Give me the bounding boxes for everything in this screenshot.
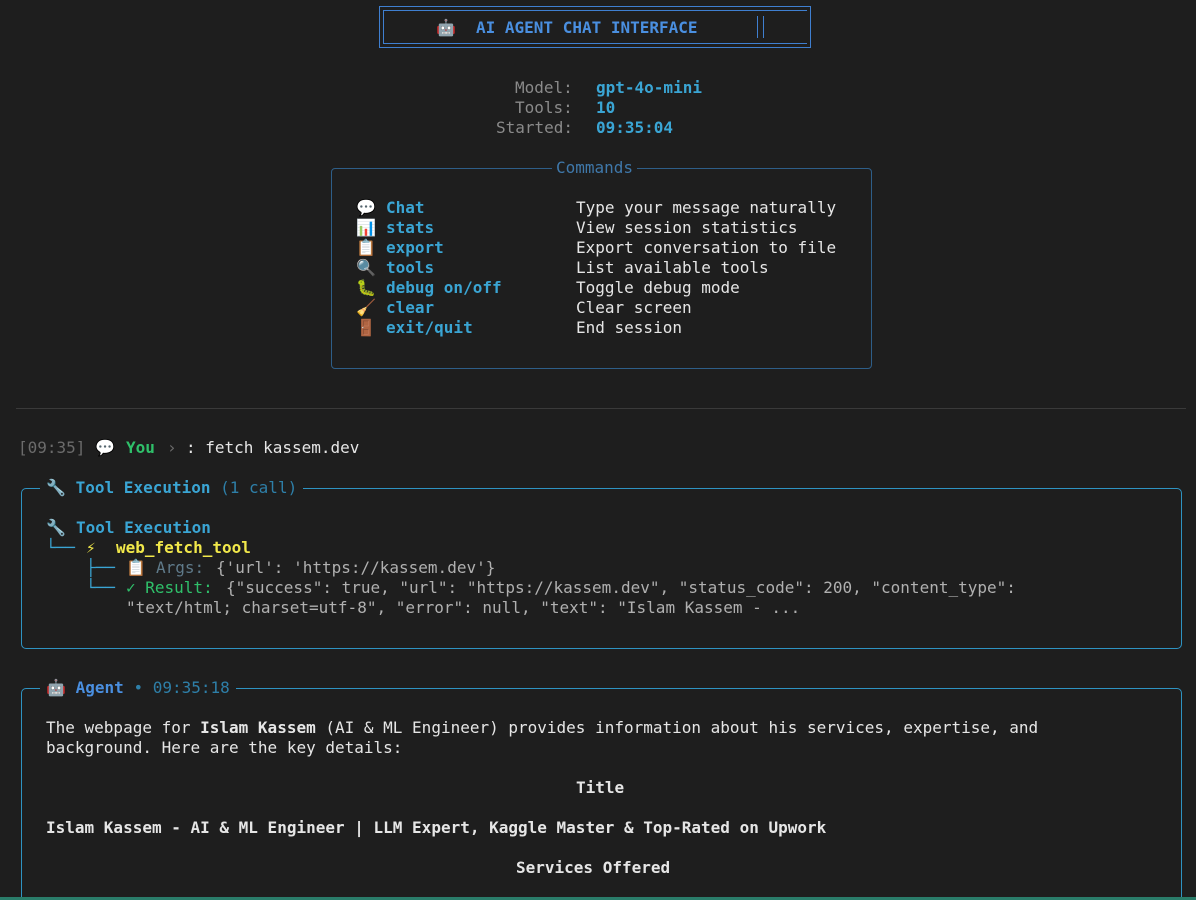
command-chat-desc: Type your message naturally: [576, 198, 837, 217]
divider: [16, 408, 1186, 409]
speech-bubble-icon: 💬: [356, 198, 376, 217]
agent-intro-text: The webpage for: [46, 718, 201, 737]
agent-intro-line2: background. Here are the key details:: [46, 738, 403, 757]
lightning-icon: ⚡: [86, 538, 96, 557]
bar-chart-icon: 📊: [356, 218, 376, 237]
agent-label: Agent: [75, 678, 124, 697]
wrench-icon: 🔧: [46, 478, 66, 497]
command-export: export: [386, 238, 444, 257]
command-clear: clear: [386, 298, 435, 317]
agent-panel-header: 🤖 Agent • 09:35:18: [40, 678, 236, 698]
command-stats-desc: View session statistics: [576, 218, 798, 237]
page-title-text: Islam Kassem - AI & ML Engineer | LLM Ex…: [46, 818, 827, 837]
broom-icon: 🧹: [356, 298, 376, 317]
command-exit-desc: End session: [576, 318, 682, 337]
heading-title: Title: [576, 778, 625, 797]
started-label: Started:: [496, 118, 574, 137]
command-tools: tools: [386, 258, 435, 277]
agent-time: 09:35:18: [152, 678, 230, 697]
tree-branch: └──: [86, 578, 115, 597]
args-value: {'url': 'https://kassem.dev'}: [216, 558, 496, 577]
command-chat: Chat: [386, 198, 425, 217]
user-message-text: : fetch kassem.dev: [186, 438, 360, 457]
robot-icon: 🤖: [436, 18, 456, 37]
tools-value: 10: [596, 98, 616, 117]
args-label: Args:: [156, 558, 205, 577]
command-stats: stats: [386, 218, 435, 237]
command-tools-desc: List available tools: [576, 258, 769, 277]
tool-execution-heading: Tool Execution: [76, 518, 211, 537]
agent-dot: •: [133, 678, 144, 697]
tree-branch: └──: [46, 538, 75, 557]
prompt-separator: ›: [167, 438, 177, 457]
app-title: AI AGENT CHAT INTERFACE: [476, 18, 698, 37]
model-label: Model:: [515, 78, 573, 97]
agent-intro-rest: (AI & ML Engineer) provides information …: [315, 718, 1039, 737]
heading-services: Services Offered: [516, 858, 671, 877]
user-label: You: [126, 438, 155, 457]
model-value: gpt-4o-mini: [596, 78, 702, 97]
commands-title: Commands: [552, 158, 638, 178]
clipboard-icon: 📋: [356, 238, 376, 257]
tree-branch: ├──: [86, 558, 115, 577]
result-label: ✓ Result:: [126, 578, 213, 597]
agent-intro-name: Islam Kassem: [200, 718, 316, 737]
agent-intro-line1: The webpage for Islam Kassem (AI & ML En…: [46, 718, 1038, 738]
door-icon: 🚪: [356, 318, 376, 337]
speech-bubble-icon: 💬: [95, 438, 115, 457]
clipboard-icon: 📋: [126, 558, 146, 577]
command-exit: exit/quit: [386, 318, 473, 337]
wrench-icon: 🔧: [46, 518, 66, 537]
title-banner-bar: [757, 16, 764, 38]
command-clear-desc: Clear screen: [576, 298, 692, 317]
result-value-line2: "text/html; charset=utf-8", "error": nul…: [126, 598, 801, 617]
robot-icon: 🤖: [46, 678, 66, 697]
command-export-desc: Export conversation to file: [576, 238, 837, 257]
bug-icon: 🐛: [356, 278, 376, 297]
user-message-time: [09:35]: [18, 438, 86, 457]
command-debug-desc: Toggle debug mode: [576, 278, 740, 297]
tool-call-count: (1 call): [220, 478, 298, 497]
started-value: 09:35:04: [596, 118, 674, 137]
result-value-line1: {"success": true, "url": "https://kassem…: [226, 578, 1016, 597]
magnifier-icon: 🔍: [356, 258, 376, 277]
tool-panel-title: Tool Execution: [75, 478, 211, 497]
command-debug: debug on/off: [386, 278, 502, 297]
tools-label: Tools:: [515, 98, 573, 117]
tool-name: web_fetch_tool: [116, 538, 251, 557]
tool-panel-header: 🔧 Tool Execution (1 call): [40, 478, 304, 498]
